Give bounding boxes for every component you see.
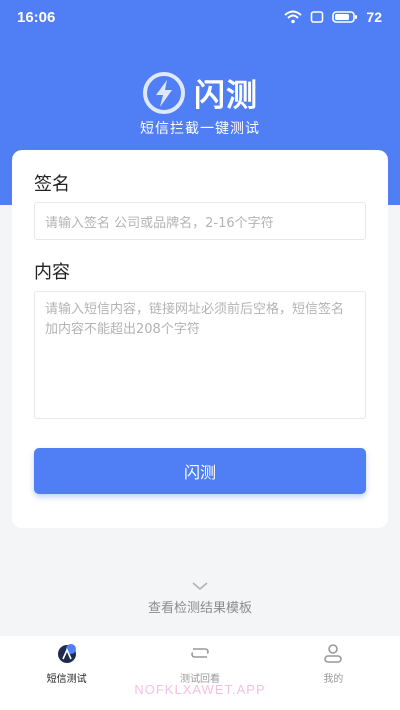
chevron-down-icon <box>192 582 208 591</box>
status-time: 16:06 <box>17 9 56 26</box>
brand-logo: 闪测 <box>0 70 400 115</box>
bottom-tab-bar: 短信测试 测试回看 我的 <box>0 636 400 710</box>
content-field-box <box>34 291 366 419</box>
profile-icon <box>324 644 343 663</box>
view-template-link[interactable]: 查看检测结果模板 <box>0 582 400 616</box>
sms-test-icon <box>57 644 76 663</box>
content-textarea[interactable] <box>45 300 355 410</box>
signature-label: 签名 <box>34 174 70 195</box>
view-template-label: 查看检测结果模板 <box>147 601 252 616</box>
signature-input[interactable] <box>45 216 355 231</box>
content-label: 内容 <box>34 262 70 283</box>
flash-test-button[interactable]: 闪测 <box>34 448 366 494</box>
tab-test-history[interactable]: 测试回看 <box>133 636 266 710</box>
status-icons: 72 <box>284 9 382 25</box>
lightning-bolt-icon <box>143 71 185 114</box>
battery-level: 72 <box>366 9 382 25</box>
watermark: NOFKLXAWET.APP <box>134 682 266 697</box>
history-icon <box>191 648 209 658</box>
brand-name: 闪测 <box>194 78 258 114</box>
status-bar: 16:06 72 <box>0 0 400 36</box>
wifi-icon <box>284 10 303 24</box>
tab-profile[interactable]: 我的 <box>267 636 400 710</box>
signature-field-box <box>34 202 366 240</box>
sim-icon <box>311 11 324 23</box>
battery-icon <box>332 11 358 23</box>
brand-subtitle: 短信拦截一键测试 <box>140 121 260 137</box>
sms-test-form: 签名 内容 闪测 <box>12 150 388 528</box>
tab-sms-test[interactable]: 短信测试 <box>0 636 133 710</box>
